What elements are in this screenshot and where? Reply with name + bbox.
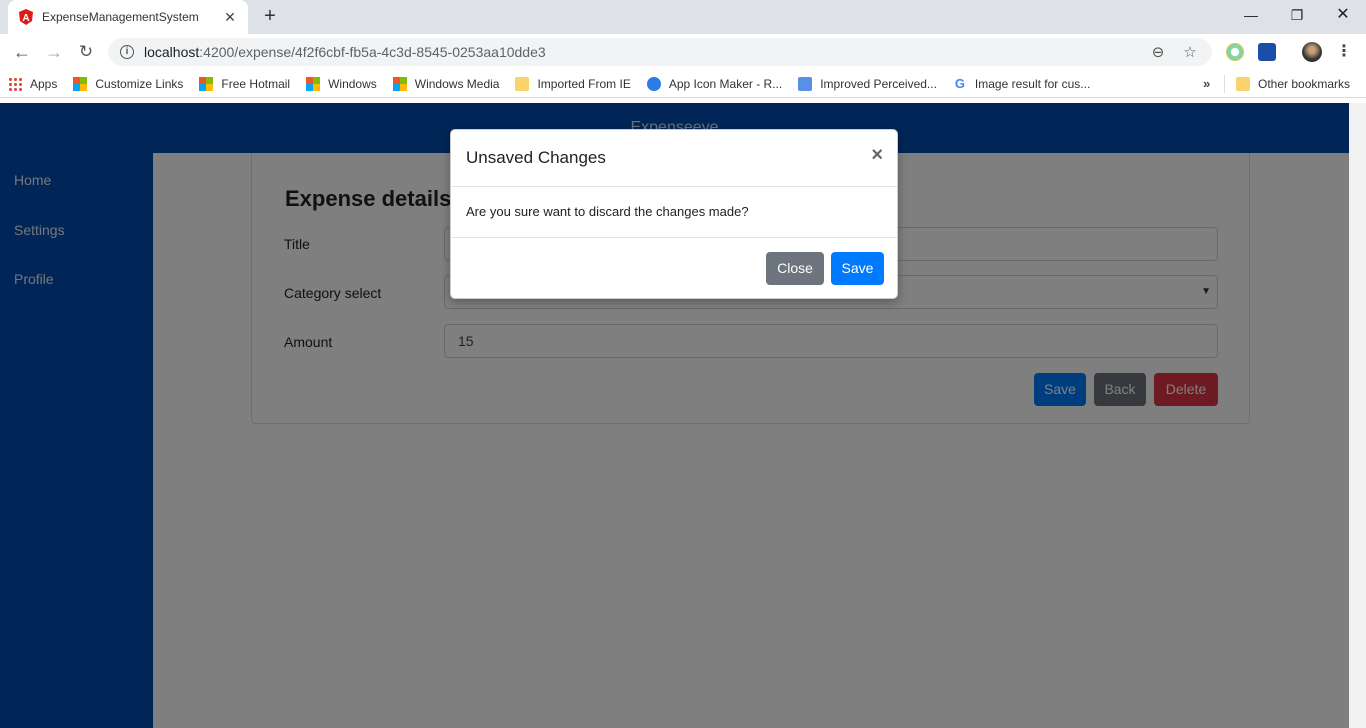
folder-icon <box>515 76 530 91</box>
bookmark-label: Windows <box>328 76 377 91</box>
google-icon: G <box>954 75 965 91</box>
window-restore-icon[interactable]: ❐ <box>1274 4 1320 28</box>
reload-icon[interactable]: ↻ <box>74 40 98 64</box>
url-path: :4200/expense/4f2f6cbf-fb5a-4c3d-8545-02… <box>199 44 546 60</box>
modal-title: Unsaved Changes <box>466 148 606 167</box>
modal-close-icon[interactable]: × <box>871 145 883 165</box>
forward-arrow-icon[interactable]: → <box>42 40 66 64</box>
tab-title: ExpenseManagementSystem <box>42 10 199 24</box>
new-tab-icon[interactable]: + <box>258 5 282 29</box>
bookmark-improved-perceived[interactable]: Improved Perceived... <box>798 76 937 91</box>
window-minimize-icon[interactable]: — <box>1228 4 1274 28</box>
app-icon-maker-icon <box>646 76 661 91</box>
windows-icon <box>306 76 321 91</box>
bookmark-label: Other bookmarks <box>1258 77 1351 91</box>
extension-icon[interactable] <box>1226 43 1244 61</box>
bookmark-app-icon-maker[interactable]: App Icon Maker - R... <box>646 76 783 91</box>
bookmark-label: Image result for cus... <box>974 76 1091 91</box>
back-arrow-icon[interactable]: ← <box>10 40 34 64</box>
bookmark-free-hotmail[interactable]: Free Hotmail <box>199 76 291 91</box>
browser-toolbar: ← → ↻ i localhost:4200/expense/4f2f6cbf-… <box>0 34 1366 70</box>
zoom-icon[interactable]: ⊖ <box>1148 43 1168 61</box>
angular-icon: A <box>19 9 33 25</box>
cast-extension-icon[interactable] <box>1258 43 1276 61</box>
bookmark-label: Windows Media <box>414 76 500 91</box>
folder-icon <box>1236 77 1250 91</box>
windows-icon <box>392 76 407 91</box>
bookmark-star-icon[interactable]: ☆ <box>1180 43 1200 61</box>
tab-close-icon[interactable]: ✕ <box>222 9 238 26</box>
bookmark-label: Apps <box>30 76 58 91</box>
window-close-icon[interactable]: ✕ <box>1320 4 1366 28</box>
bookmark-customize-links[interactable]: Customize Links <box>73 76 184 91</box>
url-text[interactable]: localhost:4200/expense/4f2f6cbf-fb5a-4c3… <box>144 44 1136 60</box>
info-icon[interactable]: i <box>120 45 134 59</box>
bookmark-other[interactable]: Other bookmarks <box>1236 70 1350 98</box>
bookmark-apps[interactable]: Apps <box>8 76 58 91</box>
apps-icon <box>8 76 22 91</box>
bookmark-label: Improved Perceived... <box>820 76 937 91</box>
bookmarks-bar: Apps Customize Links Free Hotmail Window… <box>0 70 1366 98</box>
page-scrollbar[interactable] <box>1349 103 1366 728</box>
modal-body-text: Are you sure want to discard the changes… <box>466 204 749 219</box>
windows-icon <box>199 76 214 91</box>
bookmark-label: Imported From IE <box>537 76 631 91</box>
url-host: localhost <box>144 44 200 60</box>
browser-tabstrip: A ExpenseManagementSystem ✕ + — ❐ ✕ <box>0 0 1366 34</box>
bookmarks-overflow-icon[interactable]: » <box>1203 76 1210 91</box>
bookmark-label: Free Hotmail <box>221 76 291 91</box>
doc-icon <box>798 76 813 91</box>
browser-tab[interactable]: A ExpenseManagementSystem ✕ <box>8 0 248 34</box>
unsaved-changes-modal: Unsaved Changes × Are you sure want to d… <box>450 129 898 299</box>
bookmark-label: App Icon Maker - R... <box>668 76 783 91</box>
bookmark-windows[interactable]: Windows <box>306 76 377 91</box>
modal-close-button[interactable]: Close <box>766 252 824 285</box>
bookmark-label: Customize Links <box>95 76 184 91</box>
modal-save-button[interactable]: Save <box>831 252 884 285</box>
profile-avatar[interactable] <box>1302 42 1322 62</box>
bookmark-image-result[interactable]: G Image result for cus... <box>953 75 1091 91</box>
bookmarks-divider <box>1224 75 1225 93</box>
svg-text:A: A <box>22 13 29 24</box>
bookmark-windows-media[interactable]: Windows Media <box>392 76 500 91</box>
address-bar[interactable]: i localhost:4200/expense/4f2f6cbf-fb5a-4… <box>108 38 1212 66</box>
modal-footer: Close Save <box>451 237 897 300</box>
modal-header: Unsaved Changes × <box>451 130 897 187</box>
windows-icon <box>73 76 88 91</box>
more-menu-icon[interactable]: ⋮ <box>1334 40 1354 64</box>
bookmark-imported-from-ie[interactable]: Imported From IE <box>515 76 631 91</box>
